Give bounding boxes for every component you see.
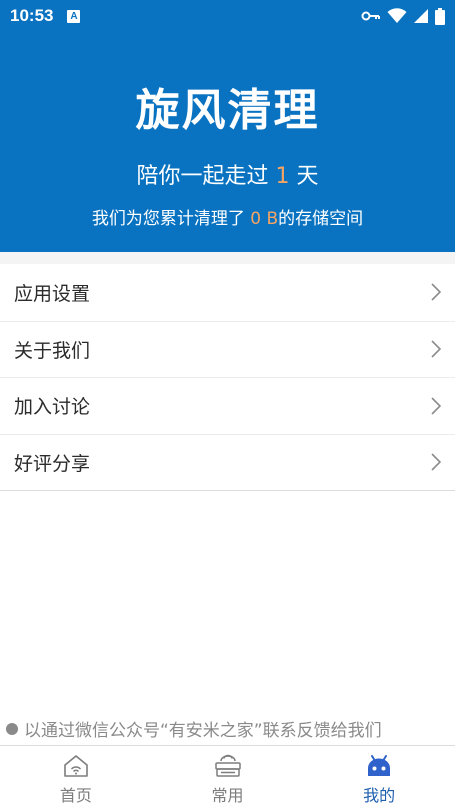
menu-item-label: 好评分享 xyxy=(14,452,91,475)
bullet-dot-icon xyxy=(6,722,18,735)
menu-item-join-discussion[interactable]: 加入讨论 xyxy=(0,377,455,434)
feedback-note-text: 以通过微信公众号“有安米之家”联系反馈给我们 xyxy=(24,721,382,741)
status-bar: 10:53 A xyxy=(0,0,455,32)
menu-item-label: 关于我们 xyxy=(14,339,91,362)
tab-mine[interactable]: 我的 xyxy=(303,746,455,808)
notification-a-icon: A xyxy=(67,9,81,23)
menu-item-about-us[interactable]: 关于我们 xyxy=(0,320,455,378)
bottom-tab-bar: 首页 常用 我的 xyxy=(0,745,455,808)
storage-suffix: 的存储空间 xyxy=(278,209,364,229)
days-suffix: 天 xyxy=(289,164,319,189)
chevron-right-icon xyxy=(431,283,441,301)
tab-label: 常用 xyxy=(211,786,244,805)
status-time: 10:53 xyxy=(10,6,54,25)
section-divider xyxy=(0,252,455,264)
chevron-right-icon xyxy=(431,397,441,415)
signal-icon xyxy=(414,9,428,23)
chevron-right-icon xyxy=(431,453,441,471)
tab-common[interactable]: 常用 xyxy=(152,746,304,808)
vpn-key-icon xyxy=(361,11,380,21)
tab-label: 我的 xyxy=(363,786,396,805)
home-icon xyxy=(64,755,88,777)
days-count: 1 xyxy=(275,164,290,189)
status-icons xyxy=(361,7,445,25)
feedback-note: 以通过微信公众号“有安米之家”联系反馈给我们 xyxy=(6,716,382,741)
wifi-icon xyxy=(387,8,407,23)
android-icon xyxy=(368,755,391,776)
menu-item-rate-share[interactable]: 好评分享 xyxy=(0,433,455,491)
menu-item-app-settings[interactable]: 应用设置 xyxy=(0,264,455,321)
battery-icon xyxy=(435,7,445,25)
hero-banner: 旋风清理 陪你一起走过 1 天 我们为您累计清理了 0 B的存储空间 xyxy=(0,32,455,252)
storage-value: 0 B xyxy=(250,209,279,229)
tab-home[interactable]: 首页 xyxy=(0,746,152,808)
chevron-right-icon xyxy=(431,340,441,358)
days-prefix: 陪你一起走过 xyxy=(136,164,276,189)
tab-label: 首页 xyxy=(59,786,92,805)
app-title: 旋风清理 xyxy=(135,85,320,136)
storage-cleaned-text: 我们为您累计清理了 0 B的存储空间 xyxy=(0,204,455,229)
menu-item-label: 加入讨论 xyxy=(14,396,91,419)
storage-prefix: 我们为您累计清理了 xyxy=(91,209,251,229)
days-together-text: 陪你一起走过 1 天 xyxy=(0,158,455,190)
settings-menu: 应用设置 关于我们 加入讨论 好评分享 xyxy=(0,264,455,491)
toolbox-icon xyxy=(214,754,241,777)
menu-item-label: 应用设置 xyxy=(14,282,91,305)
